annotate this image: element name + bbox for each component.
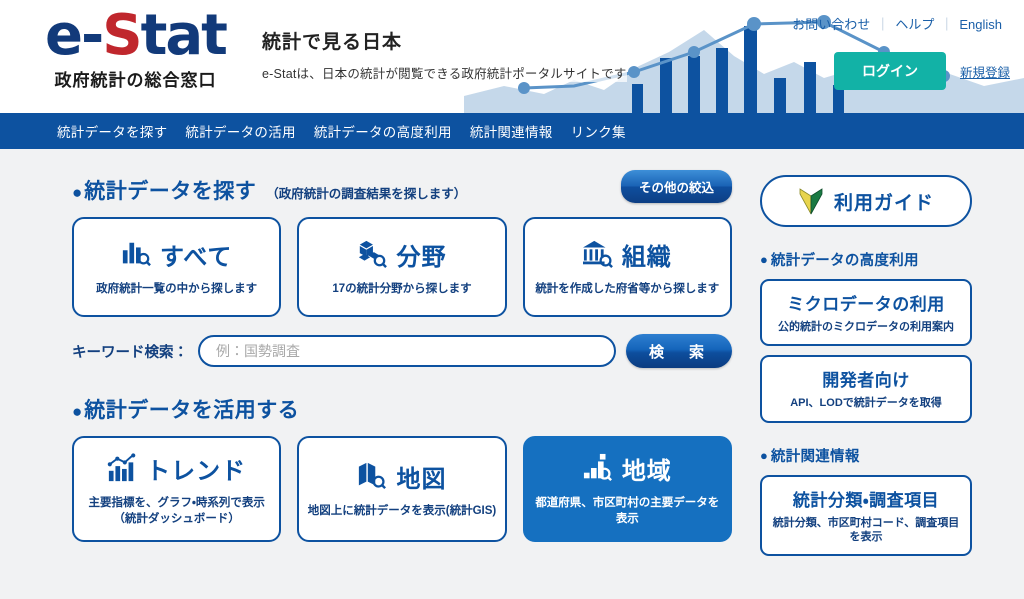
contact-link[interactable]: お問い合わせ: [786, 17, 876, 32]
login-button[interactable]: ログイン: [834, 52, 946, 90]
use-card-row: トレンド 主要指標を、グラフ・時系列で表示 （統計ダッシュボード） 地図 地図上…: [72, 436, 732, 542]
logo-text-s: S: [102, 3, 140, 68]
card-all-head: すべて: [121, 237, 232, 272]
sidebar-card-classification-desc: 統計分類、市区町村コード、調査項目を表示: [770, 516, 962, 545]
sidebar-card-classification[interactable]: 統計分類・調査項目 統計分類、市区町村コード、調査項目を表示: [760, 475, 972, 557]
sidebar-group-related-title: 統計関連情報: [771, 445, 860, 466]
card-trend-title: トレンド: [146, 451, 246, 486]
utility-links: お問い合わせ｜ヘルプ｜English: [786, 14, 1008, 33]
header-tagline: 統計で見る日本 e-Statは、日本の統計が閲覧できる政府統計ポータルサイトです: [262, 27, 627, 83]
young-leaf-icon: [798, 187, 824, 215]
nav-item-related-info[interactable]: 統計関連情報: [461, 121, 562, 141]
search-section-note: （政府統計の調査結果を探します）: [266, 183, 466, 202]
main-navigation: 統計データを探す 統計データの活用 統計データの高度利用 統計関連情報 リンク集: [0, 113, 1024, 149]
card-region-head: 地域: [583, 451, 672, 486]
card-all[interactable]: すべて 政府統計一覧の中から探します: [72, 217, 281, 317]
card-organization-head: 組織: [583, 237, 672, 272]
site-header: e-Stat 政府統計の総合窓口 統計で見る日本 e-Statは、日本の統計が閲…: [0, 0, 1024, 113]
user-guide-label: 利用ガイド: [834, 188, 934, 215]
card-field-head: 分野: [357, 237, 446, 272]
section-bullet-icon: ●: [72, 184, 82, 201]
sidebar-card-developer[interactable]: 開発者向け API、LODで統計データを取得: [760, 355, 972, 422]
sidebar-card-classification-title: 統計分類・調査項目: [770, 486, 962, 511]
card-organization-title: 組織: [622, 237, 672, 272]
tagline-title: 統計で見る日本: [262, 27, 627, 54]
card-organization-desc: 統計を作成した府省等から探します: [535, 282, 719, 298]
sidebar-card-developer-desc: API、LODで統計データを取得: [770, 396, 962, 410]
use-section-header: ● 統計データを活用する: [72, 394, 732, 424]
bar-chart-search-icon: [121, 239, 151, 269]
sidebar-group-related-header: ● 統計関連情報: [760, 445, 972, 466]
logo-subtitle: 政府統計の総合窓口: [28, 66, 243, 91]
search-section-header: ● 統計データを探す （政府統計の調査結果を探します） その他の絞込: [72, 175, 732, 205]
card-all-desc: 政府統計一覧の中から探します: [96, 282, 257, 298]
sidebar-bullet-icon-1: ●: [760, 253, 768, 266]
auth-controls: ログイン 新規登録: [834, 52, 1010, 90]
sidebar-card-microdata-desc: 公的統計のミクロデータの利用案内: [770, 320, 962, 334]
card-region-title: 地域: [622, 451, 672, 486]
other-filters-button[interactable]: その他の絞込: [621, 170, 732, 203]
main-column: ● 統計データを探す （政府統計の調査結果を探します） その他の絞込 すべて 政…: [72, 149, 732, 542]
logo-text-e: e-: [45, 3, 102, 68]
sidebar-group-advanced-title: 統計データの高度利用: [771, 249, 919, 270]
card-trend[interactable]: トレンド 主要指標を、グラフ・時系列で表示 （統計ダッシュボード）: [72, 436, 281, 542]
card-field[interactable]: 分野 17の統計分野から探します: [297, 217, 506, 317]
sidebar-card-developer-title: 開発者向け: [770, 366, 962, 391]
nav-item-advanced-use[interactable]: 統計データの高度利用: [305, 121, 461, 141]
user-guide-button[interactable]: 利用ガイド: [760, 175, 972, 227]
page-body: ● 統計データを探す （政府統計の調査結果を探します） その他の絞込 すべて 政…: [0, 149, 1024, 599]
logo-wordmark: e-Stat: [28, 8, 243, 64]
card-field-title: 分野: [396, 237, 446, 272]
logo-text-tat: tat: [141, 3, 226, 68]
use-section-title: 統計データを活用する: [84, 394, 299, 424]
card-trend-desc: 主要指標を、グラフ・時系列で表示 （統計ダッシュボード）: [88, 496, 264, 527]
search-section-title: 統計データを探す: [84, 175, 256, 205]
nav-item-links[interactable]: リンク集: [562, 121, 635, 141]
register-link[interactable]: 新規登録: [960, 62, 1010, 81]
english-link[interactable]: English: [953, 17, 1008, 32]
card-field-desc: 17の統計分野から探します: [332, 282, 471, 298]
card-map[interactable]: 地図 地図上に統計データを表示(統計GIS): [297, 436, 506, 542]
bank-search-icon: [583, 239, 613, 269]
card-region[interactable]: 地域 都道府県、市区町村の主要データを表示: [523, 436, 732, 542]
search-button[interactable]: 検 索: [626, 334, 732, 368]
util-separator-1: ｜: [876, 17, 889, 32]
site-logo[interactable]: e-Stat 政府統計の総合窓口: [28, 8, 243, 91]
keyword-search-row: キーワード検索： 検 索: [72, 334, 732, 368]
search-card-row: すべて 政府統計一覧の中から探します 分野 17の統計分野から探します: [72, 217, 732, 317]
card-all-title: すべて: [160, 237, 232, 272]
tagline-description: e-Statは、日本の統計が閲覧できる政府統計ポータルサイトです: [262, 63, 627, 82]
card-map-title: 地図: [396, 459, 446, 494]
sidebar-bullet-icon-2: ●: [760, 449, 768, 462]
sidebar-card-microdata-title: ミクロデータの利用: [770, 290, 962, 315]
trend-chart-icon: [107, 453, 137, 483]
card-map-head: 地図: [357, 459, 446, 494]
cubes-search-icon: [357, 239, 387, 269]
keyword-search-label: キーワード検索：: [72, 341, 188, 362]
card-map-desc: 地図上に統計データを表示(統計GIS): [308, 504, 496, 520]
map-search-icon: [357, 461, 387, 491]
card-trend-head: トレンド: [107, 451, 246, 486]
card-organization[interactable]: 組織 統計を作成した府省等から探します: [523, 217, 732, 317]
sidebar-card-microdata[interactable]: ミクロデータの利用 公的統計のミクロデータの利用案内: [760, 279, 972, 346]
search-input[interactable]: [198, 335, 616, 367]
sidebar-group-advanced-header: ● 統計データの高度利用: [760, 249, 972, 270]
help-link[interactable]: ヘルプ: [889, 17, 940, 32]
util-separator-2: ｜: [940, 17, 953, 32]
sidebar: 利用ガイド ● 統計データの高度利用 ミクロデータの利用 公的統計のミクロデータ…: [760, 149, 972, 556]
section-bullet-icon-2: ●: [72, 403, 82, 420]
nav-item-search-data[interactable]: 統計データを探す: [48, 121, 176, 141]
nav-item-use-data[interactable]: 統計データの活用: [176, 121, 304, 141]
region-search-icon: [583, 453, 613, 483]
card-region-desc: 都道府県、市区町村の主要データを表示: [533, 496, 722, 527]
